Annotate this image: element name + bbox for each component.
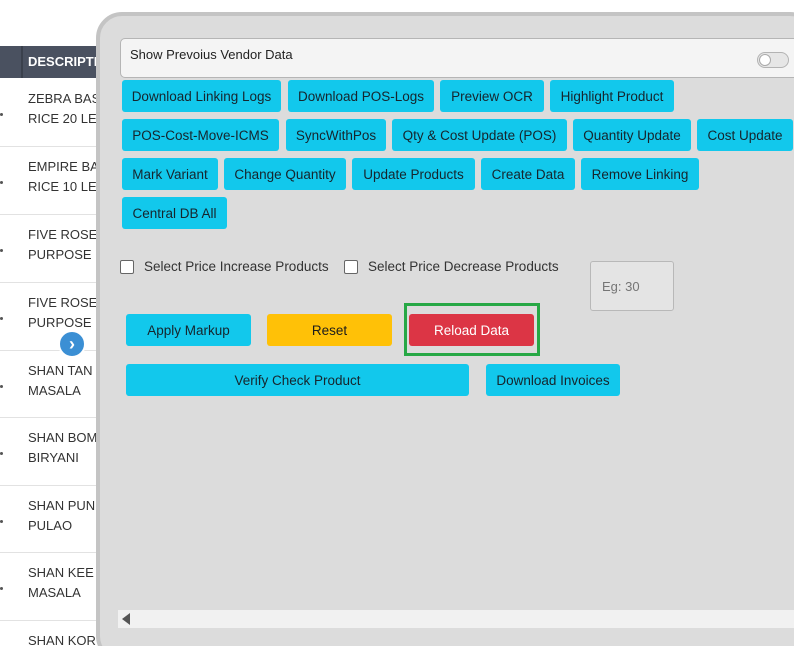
change-quantity-button[interactable]: Change Quantity (224, 158, 346, 190)
show-previous-vendor-bar: Show Prevoius Vendor Data (120, 38, 794, 78)
chevron-right-icon: › (69, 333, 75, 354)
row-dot (0, 249, 3, 252)
download-invoices-button[interactable]: Download Invoices (486, 364, 620, 396)
vendor-actions-panel: Show Prevoius Vendor Data Download Linki… (96, 12, 794, 646)
scroll-left-icon[interactable] (122, 613, 130, 625)
cost-update-button[interactable]: Cost Update (697, 119, 793, 151)
select-price-decrease-checkbox[interactable]: Select Price Decrease Products (344, 259, 559, 274)
next-arrow-button[interactable]: › (58, 330, 86, 358)
highlight-product-button[interactable]: Highlight Product (550, 80, 674, 112)
markup-input[interactable] (590, 261, 674, 311)
row-dot (0, 385, 3, 388)
row-dot (0, 452, 3, 455)
row-description: SHAN TAN MASALA (28, 363, 93, 398)
row-description: ZEBRA BAS RICE 20 LE (28, 91, 101, 126)
quantity-update-button[interactable]: Quantity Update (573, 119, 691, 151)
row-description: SHAN BOM BIRYANI (28, 430, 98, 465)
sync-with-pos-button[interactable]: SyncWithPos (286, 119, 386, 151)
download-linking-logs-button[interactable]: Download Linking Logs (122, 80, 281, 112)
preview-ocr-button[interactable]: Preview OCR (440, 80, 544, 112)
select-price-increase-checkbox[interactable]: Select Price Increase Products (120, 259, 329, 274)
central-db-all-button[interactable]: Central DB All (122, 197, 227, 229)
verify-check-product-button[interactable]: Verify Check Product (126, 364, 469, 396)
row-description: EMPIRE BA RICE 10 LE (28, 159, 99, 194)
row-dot (0, 317, 3, 320)
row-description: SHAN PUN PULAO (28, 498, 96, 533)
row-dot (0, 520, 3, 523)
row-dot (0, 113, 3, 116)
select-price-decrease-label: Select Price Decrease Products (368, 259, 559, 274)
show-previous-vendor-label: Show Prevoius Vendor Data (130, 47, 293, 62)
update-products-button[interactable]: Update Products (352, 158, 475, 190)
checkbox-box[interactable] (344, 259, 358, 274)
horizontal-scrollbar[interactable] (118, 610, 794, 628)
show-previous-vendor-toggle[interactable] (757, 52, 789, 68)
pos-cost-move-icms-button[interactable]: POS-Cost-Move-ICMS (122, 119, 279, 151)
mark-variant-button[interactable]: Mark Variant (122, 158, 218, 190)
header-separator (21, 46, 23, 78)
apply-markup-button[interactable]: Apply Markup (126, 314, 251, 346)
select-price-increase-label: Select Price Increase Products (144, 259, 329, 274)
toggle-knob (759, 54, 771, 66)
row-description: SHAN KEE MASALA (28, 565, 94, 600)
remove-linking-button[interactable]: Remove Linking (581, 158, 699, 190)
row-description: FIVE ROSE PURPOSE (28, 227, 98, 262)
create-data-button[interactable]: Create Data (481, 158, 575, 190)
header-description[interactable]: DESCRIPTI (28, 46, 97, 78)
reload-data-button[interactable]: Reload Data (409, 314, 534, 346)
checkbox-box[interactable] (120, 259, 134, 274)
row-dot (0, 587, 3, 590)
row-dot (0, 181, 3, 184)
qty-cost-update-pos-button[interactable]: Qty & Cost Update (POS) (392, 119, 567, 151)
row-description: SHAN KOR (28, 633, 96, 646)
reset-button[interactable]: Reset (267, 314, 392, 346)
row-description: FIVE ROSE PURPOSE (28, 295, 98, 330)
download-pos-logs-button[interactable]: Download POS-Logs (288, 80, 434, 112)
